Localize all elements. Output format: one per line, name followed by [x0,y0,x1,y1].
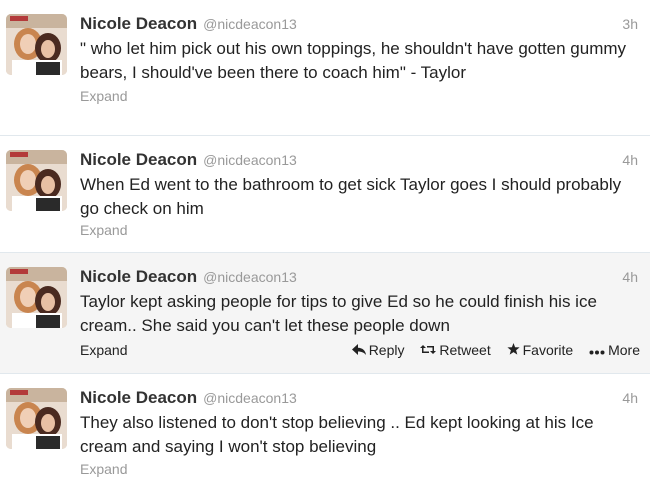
reply-icon [351,343,366,358]
favorite-label: Favorite [522,342,574,358]
expand-link[interactable]: Expand [80,88,127,104]
favorite-button[interactable]: Favorite [507,342,574,358]
retweet-button[interactable]: Retweet [420,342,491,358]
retweet-icon [420,343,437,358]
reply-button[interactable]: Reply [351,342,405,358]
tweet-text: " who let him pick out his own toppings,… [80,39,627,82]
star-icon [507,343,520,358]
author-username[interactable]: @nicdeacon13 [203,390,297,406]
tweet-item[interactable]: Nicole Deacon @nicdeacon13 4h When Ed wen… [0,136,650,253]
tweet-timestamp[interactable]: 3h [622,16,638,32]
tweet-item[interactable]: Nicole Deacon @nicdeacon13 4h They also l… [0,374,650,495]
tweet-timestamp[interactable]: 4h [622,390,638,406]
tweet-actions: Reply Retweet Favorite More [340,342,640,358]
avatar-image [6,267,67,328]
author-username[interactable]: @nicdeacon13 [203,269,297,285]
tweet-text: They also listened to don't stop believi… [80,413,594,456]
avatar[interactable] [6,388,67,449]
reply-label: Reply [368,342,405,358]
tweet-item[interactable]: Nicole Deacon @nicdeacon13 4h Taylor kept… [0,253,650,374]
tweet-timeline: Nicole Deacon @nicdeacon13 3h " who let h… [0,0,650,495]
tweet-text: When Ed went to the bathroom to get sick… [80,175,622,218]
author-username[interactable]: @nicdeacon13 [203,16,297,32]
avatar-image [6,14,67,75]
author-fullname[interactable]: Nicole Deacon [80,267,197,286]
tweet-text: Taylor kept asking people for tips to gi… [80,292,597,335]
expand-link[interactable]: Expand [80,461,127,477]
tweet-header: Nicole Deacon @nicdeacon13 3h [80,14,638,36]
author-fullname[interactable]: Nicole Deacon [80,388,197,407]
tweet-timestamp[interactable]: 4h [622,269,638,285]
retweet-label: Retweet [439,342,491,358]
tweet-item[interactable]: Nicole Deacon @nicdeacon13 3h " who let h… [0,0,650,136]
tweet-header: Nicole Deacon @nicdeacon13 4h [80,150,638,172]
more-label: More [608,342,640,358]
author-fullname[interactable]: Nicole Deacon [80,150,197,169]
avatar[interactable] [6,14,67,75]
author-username[interactable]: @nicdeacon13 [203,152,297,168]
avatar[interactable] [6,267,67,328]
author-fullname[interactable]: Nicole Deacon [80,14,197,33]
expand-link[interactable]: Expand [80,222,127,238]
tweet-timestamp[interactable]: 4h [622,152,638,168]
avatar-image [6,388,67,449]
tweet-header: Nicole Deacon @nicdeacon13 4h [80,388,638,410]
more-dots-icon [589,343,605,358]
avatar[interactable] [6,150,67,211]
avatar-image [6,150,67,211]
tweet-header: Nicole Deacon @nicdeacon13 4h [80,267,638,289]
expand-link[interactable]: Expand [80,342,127,358]
more-button[interactable]: More [589,342,640,358]
